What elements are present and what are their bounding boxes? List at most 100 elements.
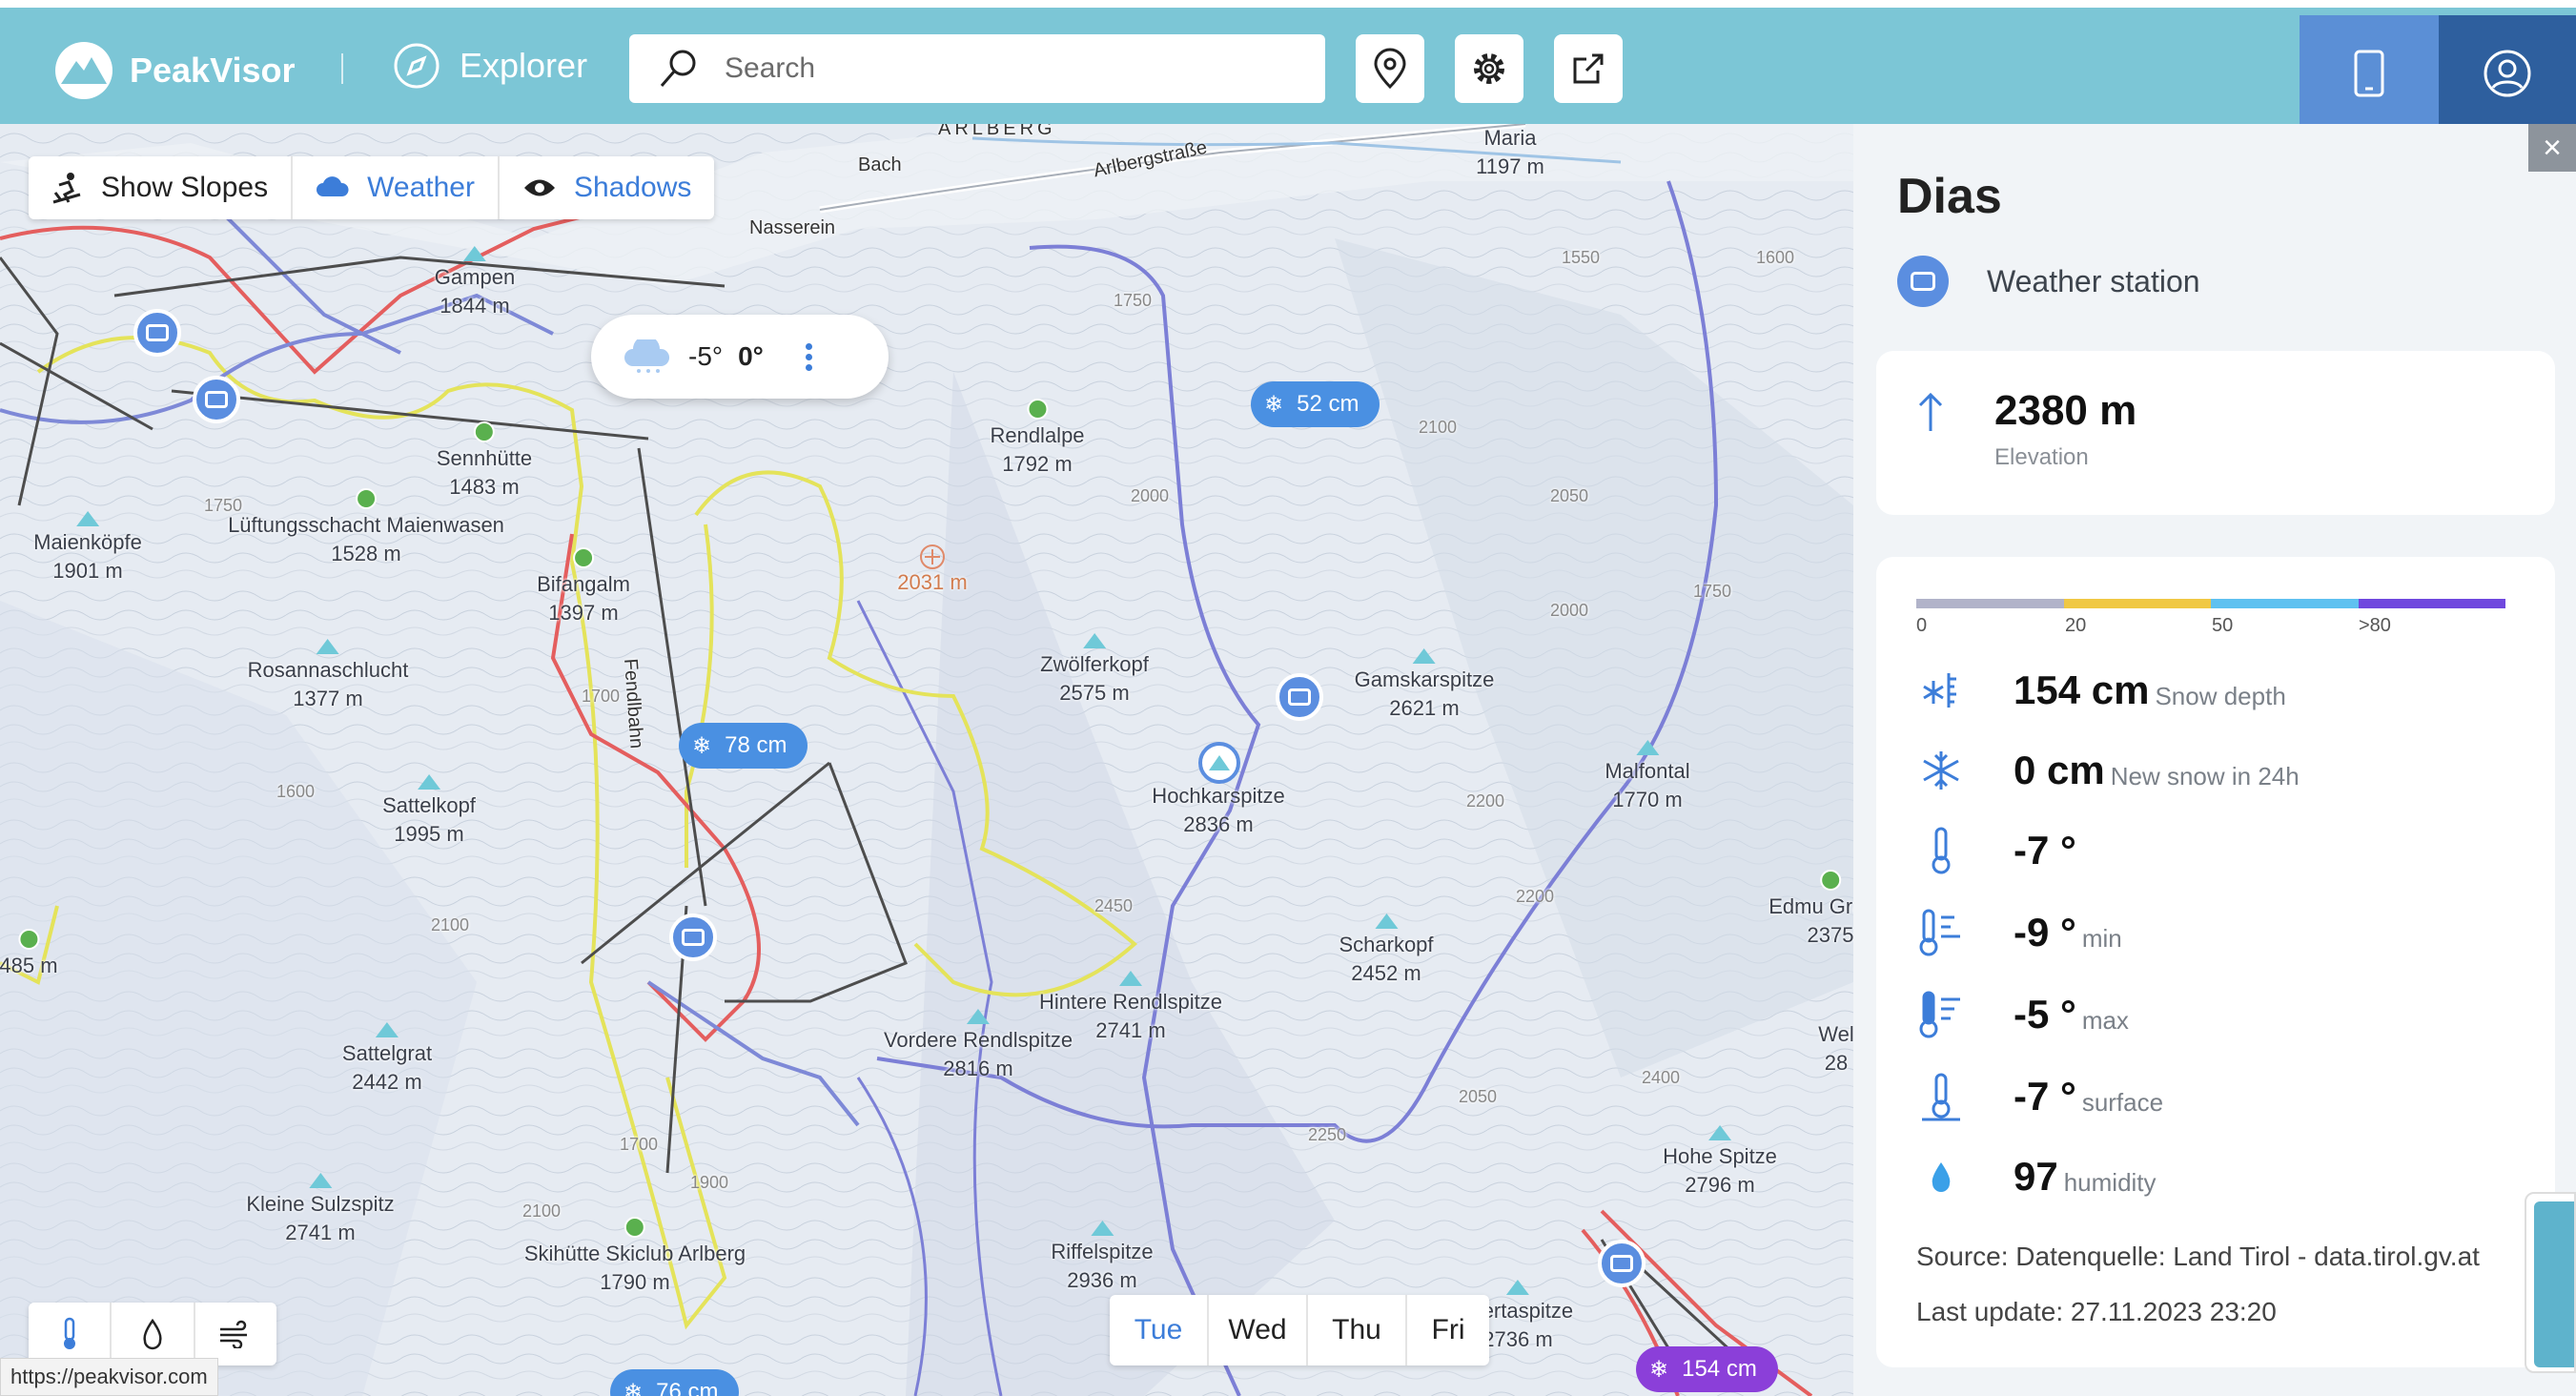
day-tab-thu[interactable]: Thu bbox=[1308, 1295, 1407, 1365]
snow-depth-badge[interactable]: ❄ 52 cm bbox=[1251, 381, 1380, 427]
map-peak[interactable]: Scharkopf 2452 m bbox=[1339, 914, 1434, 988]
shadows-toggle[interactable]: Shadows bbox=[500, 156, 714, 219]
station-type-label: Weather station bbox=[1987, 263, 2200, 298]
brand-logo[interactable]: PeakVisor bbox=[53, 40, 295, 101]
contour-label: 2450 bbox=[1094, 896, 1134, 915]
thermometer-icon bbox=[1916, 826, 1966, 875]
scale-label: 0 bbox=[1916, 615, 1928, 636]
wind-icon bbox=[220, 1320, 248, 1348]
more-options-icon[interactable] bbox=[805, 342, 812, 371]
show-slopes-toggle[interactable]: Show Slopes bbox=[29, 156, 294, 219]
weather-toggle[interactable]: Weather bbox=[293, 156, 500, 219]
map-layer-toolbar: Show Slopes Weather Shadows bbox=[29, 156, 715, 219]
station-icon bbox=[146, 324, 169, 341]
temperature-layer-button[interactable] bbox=[29, 1303, 112, 1365]
settings-button[interactable] bbox=[1455, 34, 1523, 103]
search-input[interactable] bbox=[725, 52, 1258, 85]
contour-label: 2200 bbox=[1516, 887, 1555, 906]
map-peak[interactable]: Hohe Spitze 2796 m bbox=[1663, 1125, 1777, 1200]
side-preview-widget[interactable] bbox=[2525, 1192, 2576, 1373]
snow-depth-badge[interactable]: ❄ 76 cm bbox=[610, 1369, 740, 1396]
map-peak[interactable]: Malfontal 1770 m bbox=[1605, 740, 1690, 814]
map-summit[interactable]: 2031 m bbox=[897, 568, 967, 597]
weather-forecast-popup[interactable]: -5° 0° bbox=[591, 315, 889, 399]
close-panel-button[interactable]: × bbox=[2528, 124, 2576, 172]
map-peak[interactable]: Riffelspitze 2936 m bbox=[1051, 1221, 1154, 1295]
mobile-app-button[interactable] bbox=[2300, 15, 2439, 132]
map-hut[interactable]: 485 m bbox=[0, 929, 58, 980]
contour-label: 1750 bbox=[1114, 291, 1153, 310]
precipitation-icon bbox=[143, 1318, 162, 1350]
snowflake-icon: ❄ bbox=[1264, 391, 1284, 418]
top-edge bbox=[0, 0, 2576, 8]
map-hut[interactable]: Bifangalm 1397 m bbox=[537, 547, 630, 627]
map-peak[interactable]: Hochkarspitze 2836 m bbox=[1152, 782, 1284, 839]
snowflake-icon: ❄ bbox=[692, 732, 712, 759]
peakvisor-logo-icon bbox=[55, 42, 112, 99]
external-link-icon bbox=[1573, 53, 1604, 84]
contour-label: 2250 bbox=[1308, 1125, 1347, 1144]
map-hut[interactable]: Lüftungsschacht Maienwasen 1528 m bbox=[228, 488, 504, 568]
map-peak[interactable]: Sattelgrat 2442 m bbox=[342, 1022, 432, 1097]
map-hut[interactable]: Skihütte Skiclub Arlberg 1790 m bbox=[524, 1217, 746, 1297]
weather-station-marker[interactable] bbox=[1276, 673, 1323, 721]
mobile-phone-icon bbox=[2354, 50, 2384, 97]
contour-label: 1700 bbox=[582, 687, 621, 706]
forecast-day-selector: Tue Wed Thu Fri bbox=[1110, 1295, 1489, 1365]
day-tab-fri[interactable]: Fri bbox=[1407, 1295, 1489, 1365]
weather-station-icon bbox=[1897, 256, 1949, 307]
account-button[interactable] bbox=[2439, 15, 2576, 132]
snow-depth-badge[interactable]: ❄ 78 cm bbox=[679, 723, 808, 769]
weather-station-marker[interactable] bbox=[193, 376, 240, 423]
station-icon bbox=[1288, 688, 1311, 706]
weather-station-marker[interactable] bbox=[133, 309, 181, 357]
contour-label: 2200 bbox=[1466, 791, 1505, 811]
peakvisor-page: { "header": { "brand": "PeakVisor", "sec… bbox=[0, 0, 2576, 1396]
map-peak[interactable]: Kleine Sulzspitz 2741 m bbox=[246, 1173, 395, 1247]
map-peak[interactable]: Vordere Rendlspitze 2816 m bbox=[884, 1009, 1073, 1083]
snow-depth-badge-selected[interactable]: ❄ 154 cm bbox=[1636, 1346, 1778, 1392]
precipitation-layer-button[interactable] bbox=[112, 1303, 195, 1365]
map-peak[interactable]: Zwölferkopf 2575 m bbox=[1040, 633, 1149, 708]
location-button[interactable] bbox=[1356, 34, 1424, 103]
location-pin-icon bbox=[1374, 48, 1406, 90]
elevation-label: Elevation bbox=[1994, 444, 2089, 470]
explorer-link[interactable]: Explorer bbox=[393, 42, 587, 90]
eye-icon bbox=[523, 179, 555, 196]
scale-label: 20 bbox=[2065, 615, 2087, 636]
map-peak[interactable]: Maria 1197 m bbox=[1476, 124, 1544, 181]
share-button[interactable] bbox=[1554, 34, 1623, 103]
snow-cloud-icon bbox=[624, 339, 669, 373]
arrow-up-icon bbox=[1918, 392, 1943, 431]
contour-label: 1900 bbox=[690, 1173, 729, 1192]
contour-label: 2100 bbox=[431, 915, 470, 934]
weather-station-marker[interactable] bbox=[669, 914, 717, 961]
map-canvas[interactable]: 1750 1550 1600 2100 2050 2000 1700 1750 … bbox=[0, 124, 1853, 1396]
weather-station-marker[interactable] bbox=[1598, 1240, 1646, 1287]
map-peak[interactable]: Gamskarspitze 2621 m bbox=[1355, 648, 1494, 723]
contour-label: 2000 bbox=[1131, 486, 1170, 505]
temp-max: 0° bbox=[738, 341, 764, 371]
close-icon: × bbox=[2543, 129, 2562, 166]
contour-label: 1600 bbox=[1756, 248, 1795, 267]
map-peak[interactable]: Rosannaschlucht 1377 m bbox=[248, 639, 408, 713]
day-tab-tue[interactable]: Tue bbox=[1110, 1295, 1209, 1365]
metric-surface-temperature: -7 ° surface bbox=[1916, 1072, 2163, 1121]
thermometer-surface-icon bbox=[1916, 1072, 1966, 1121]
snow-gauge-icon bbox=[1916, 666, 1966, 715]
map-peak[interactable]: Sattelkopf 1995 m bbox=[382, 774, 476, 849]
wind-layer-button[interactable] bbox=[195, 1303, 276, 1365]
map-hut[interactable]: Edmu Graf-H2375 bbox=[1768, 870, 1853, 950]
snowflake-icon: ❄ bbox=[1649, 1356, 1669, 1383]
station-type-row: Weather station bbox=[1897, 256, 2200, 307]
map-peak[interactable]: Gampen 1844 m bbox=[435, 246, 515, 320]
map-peak[interactable]: Maienköpfe 1901 m bbox=[33, 511, 142, 585]
day-tab-wed[interactable]: Wed bbox=[1209, 1295, 1308, 1365]
map-peak[interactable]: Wel 28 bbox=[1818, 1020, 1853, 1078]
village-label: Nasserein bbox=[749, 217, 836, 238]
droplet-icon bbox=[1916, 1152, 1966, 1201]
status-url: https://peakvisor.com bbox=[0, 1358, 218, 1396]
search-box[interactable] bbox=[629, 34, 1325, 103]
map-hut[interactable]: Rendlalpe 1792 m bbox=[990, 399, 1085, 479]
thermometer-max-icon bbox=[1916, 990, 1966, 1039]
